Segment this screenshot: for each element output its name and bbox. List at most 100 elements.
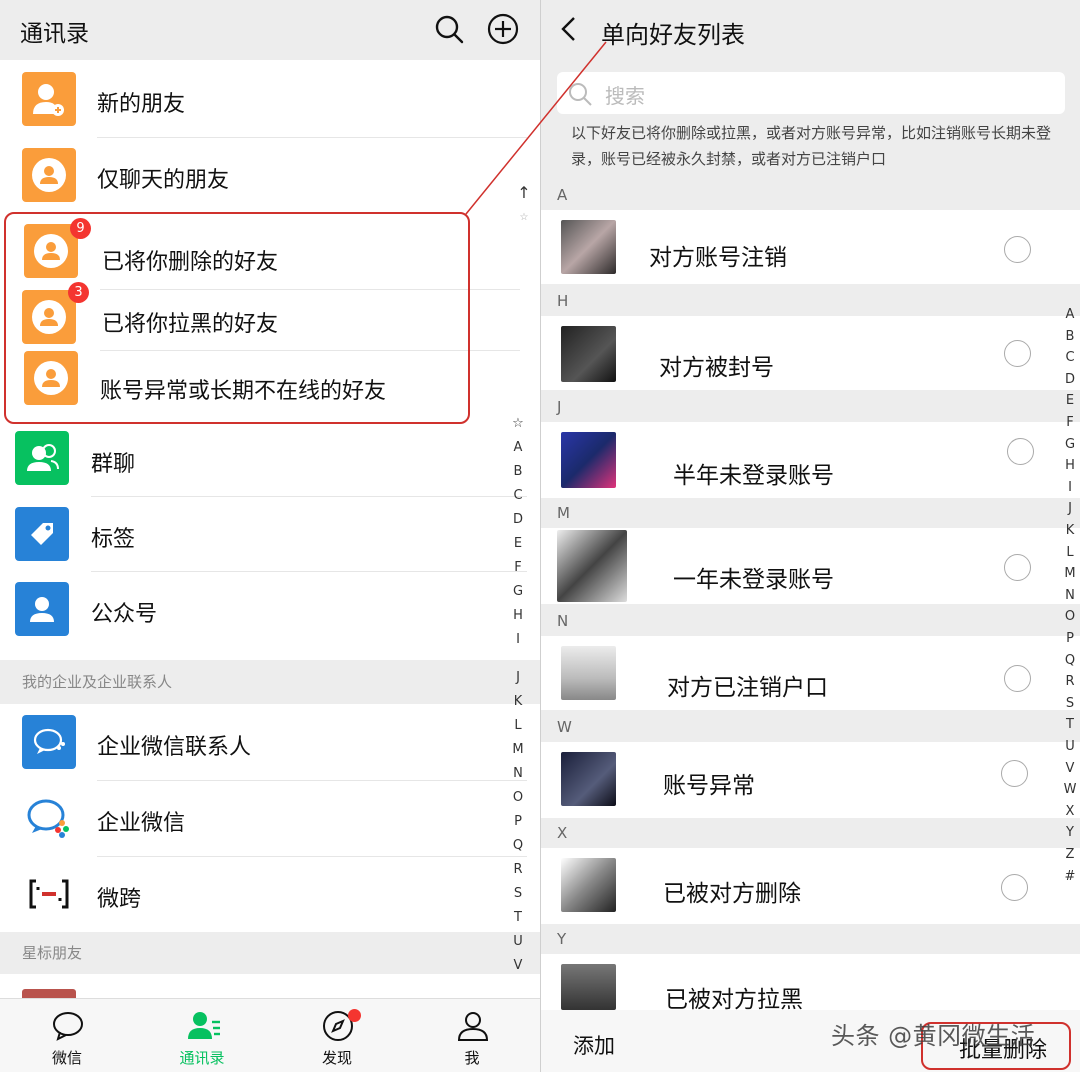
section-letter: Y bbox=[541, 924, 1080, 954]
search-icon bbox=[567, 81, 593, 111]
index-letter[interactable]: J bbox=[510, 670, 526, 685]
select-radio[interactable] bbox=[1004, 554, 1031, 581]
index-letter[interactable]: W bbox=[1062, 782, 1078, 797]
index-letter[interactable]: F bbox=[510, 560, 526, 575]
friend-row[interactable]: 一年未登录账号 bbox=[541, 528, 1080, 604]
index-letter[interactable]: Q bbox=[1062, 653, 1078, 668]
index-letter[interactable]: D bbox=[510, 512, 526, 527]
notification-dot bbox=[348, 1009, 361, 1022]
index-letter[interactable]: S bbox=[1062, 696, 1078, 711]
tab-discover[interactable]: 发现 bbox=[287, 999, 387, 1072]
index-letter[interactable]: # bbox=[1062, 869, 1078, 884]
index-letter[interactable]: T bbox=[510, 910, 526, 925]
index-letter[interactable]: C bbox=[1062, 350, 1078, 365]
index-letter[interactable]: N bbox=[1062, 588, 1078, 603]
select-radio[interactable] bbox=[1007, 438, 1034, 465]
index-letter[interactable]: X bbox=[1062, 804, 1078, 819]
index-letter[interactable]: L bbox=[510, 718, 526, 733]
wecom-item[interactable]: 企业微信 bbox=[0, 781, 510, 856]
tab-label: 微信 bbox=[51, 1049, 82, 1067]
index-letter[interactable]: E bbox=[1062, 393, 1078, 408]
index-letter[interactable]: H bbox=[510, 608, 526, 623]
index-letter[interactable]: C bbox=[510, 488, 526, 503]
select-radio[interactable] bbox=[1004, 340, 1031, 367]
index-letter[interactable]: S bbox=[510, 886, 526, 901]
index-letter[interactable]: K bbox=[1062, 523, 1078, 538]
index-letter[interactable]: G bbox=[510, 584, 526, 599]
index-letter[interactable]: E bbox=[510, 536, 526, 551]
select-radio[interactable] bbox=[1004, 665, 1031, 692]
index-letter[interactable]: Z bbox=[1062, 847, 1078, 862]
search-icon[interactable] bbox=[432, 12, 466, 46]
back-arrow-icon[interactable] bbox=[559, 16, 579, 46]
highlight-box bbox=[4, 212, 470, 424]
official-accounts-item[interactable]: 公众号 bbox=[0, 572, 510, 658]
tab-contacts[interactable]: 通讯录 bbox=[152, 999, 252, 1072]
index-letter[interactable]: T bbox=[1062, 717, 1078, 732]
index-letter[interactable]: N bbox=[510, 766, 526, 781]
official-accounts-label: 公众号 bbox=[91, 602, 158, 627]
index-letter[interactable]: R bbox=[1062, 674, 1078, 689]
index-letter[interactable]: B bbox=[510, 464, 526, 479]
select-radio[interactable] bbox=[1001, 874, 1028, 901]
index-letter[interactable]: P bbox=[510, 814, 526, 829]
weikua-item[interactable]: 微跨 bbox=[0, 857, 510, 931]
index-letter[interactable]: R bbox=[510, 862, 526, 877]
friend-row[interactable]: 对方已注销户口 bbox=[541, 636, 1080, 710]
index-letter[interactable]: F bbox=[1062, 415, 1078, 430]
select-radio[interactable] bbox=[1004, 236, 1031, 263]
index-letter[interactable]: O bbox=[1062, 609, 1078, 624]
enterprise-contacts-item[interactable]: 企业微信联系人 bbox=[0, 705, 510, 780]
tags-item[interactable]: 标签 bbox=[0, 497, 510, 571]
avatar bbox=[561, 752, 616, 806]
index-letter[interactable]: M bbox=[1062, 566, 1078, 581]
index-letter[interactable]: V bbox=[1062, 761, 1078, 776]
index-letter[interactable]: I bbox=[1062, 480, 1078, 495]
friend-name: 账号异常 bbox=[663, 773, 755, 799]
index-letter[interactable]: P bbox=[1062, 631, 1078, 646]
index-letter[interactable]: H bbox=[1062, 458, 1078, 473]
index-letter[interactable]: A bbox=[1062, 307, 1078, 322]
tab-label: 发现 bbox=[321, 1049, 352, 1067]
select-radio[interactable] bbox=[1001, 760, 1028, 787]
index-letter[interactable]: G bbox=[1062, 437, 1078, 452]
friend-row[interactable]: 对方被封号 bbox=[541, 316, 1080, 390]
friend-row[interactable]: 对方账号注销 bbox=[541, 210, 1080, 284]
index-letter[interactable]: D bbox=[1062, 372, 1078, 387]
index-letter[interactable]: U bbox=[510, 934, 526, 949]
index-letter[interactable]: J bbox=[1062, 501, 1078, 516]
wecom-label: 企业微信 bbox=[97, 811, 186, 836]
tab-me[interactable]: 我 bbox=[422, 999, 522, 1072]
watermark-text: 头条 @黄冈微生活 bbox=[831, 1022, 1036, 1050]
index-letter[interactable]: Y bbox=[1062, 825, 1078, 840]
add-plus-icon[interactable] bbox=[486, 12, 520, 46]
index-letter[interactable]: ☆ bbox=[510, 416, 526, 431]
add-button[interactable]: 添加 bbox=[573, 1030, 615, 1060]
index-letter[interactable]: A bbox=[510, 440, 526, 455]
friend-row[interactable]: 账号异常 bbox=[541, 742, 1080, 818]
index-letter[interactable]: M bbox=[510, 742, 526, 757]
group-chats-item[interactable]: 群聊 bbox=[0, 426, 510, 496]
index-letter[interactable]: U bbox=[1062, 739, 1078, 754]
index-letter[interactable]: I bbox=[510, 632, 526, 647]
index-letter[interactable]: O bbox=[510, 790, 526, 805]
starred-row[interactable] bbox=[0, 975, 510, 998]
friend-row[interactable]: 半年未登录账号 bbox=[541, 422, 1080, 498]
scroll-top-arrow-icon[interactable]: ↑ bbox=[516, 183, 532, 202]
index-letter[interactable]: Q bbox=[510, 838, 526, 853]
search-input[interactable]: 搜索 bbox=[557, 72, 1065, 114]
friend-row[interactable]: 已被对方删除 bbox=[541, 848, 1080, 924]
index-letter[interactable]: B bbox=[1062, 329, 1078, 344]
friend-row[interactable]: 已被对方拉黑 bbox=[541, 954, 1080, 1013]
tab-label: 我 bbox=[464, 1049, 480, 1067]
index-letter[interactable]: L bbox=[1062, 545, 1078, 560]
index-letter[interactable]: K bbox=[510, 694, 526, 709]
avatar bbox=[561, 326, 616, 382]
tab-chats[interactable]: 微信 bbox=[17, 999, 117, 1072]
chat-only-friends-item[interactable]: 仅聊天的朋友 bbox=[0, 138, 510, 212]
index-letter[interactable]: V bbox=[510, 958, 526, 973]
star-index-icon[interactable]: ☆ bbox=[516, 212, 532, 223]
new-friends-item[interactable]: 新的朋友 bbox=[0, 62, 510, 137]
one-way-header: 单向好友列表 bbox=[541, 0, 1080, 60]
friend-name: 对方账号注销 bbox=[649, 245, 787, 271]
